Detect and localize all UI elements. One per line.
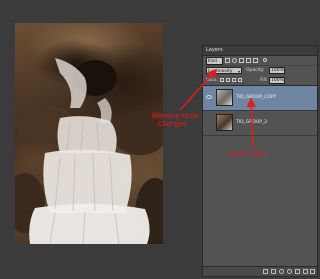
active-layer-arrow [246, 97, 257, 149]
blending-mode-annotation-line1: Blending Mode [152, 113, 199, 120]
active-layer-annotation: Active Layer [228, 151, 267, 158]
annotation-arrows [179, 68, 257, 149]
blending-mode-annotation-line2: Changed [158, 121, 187, 128]
blend-mode-arrow [179, 68, 218, 111]
